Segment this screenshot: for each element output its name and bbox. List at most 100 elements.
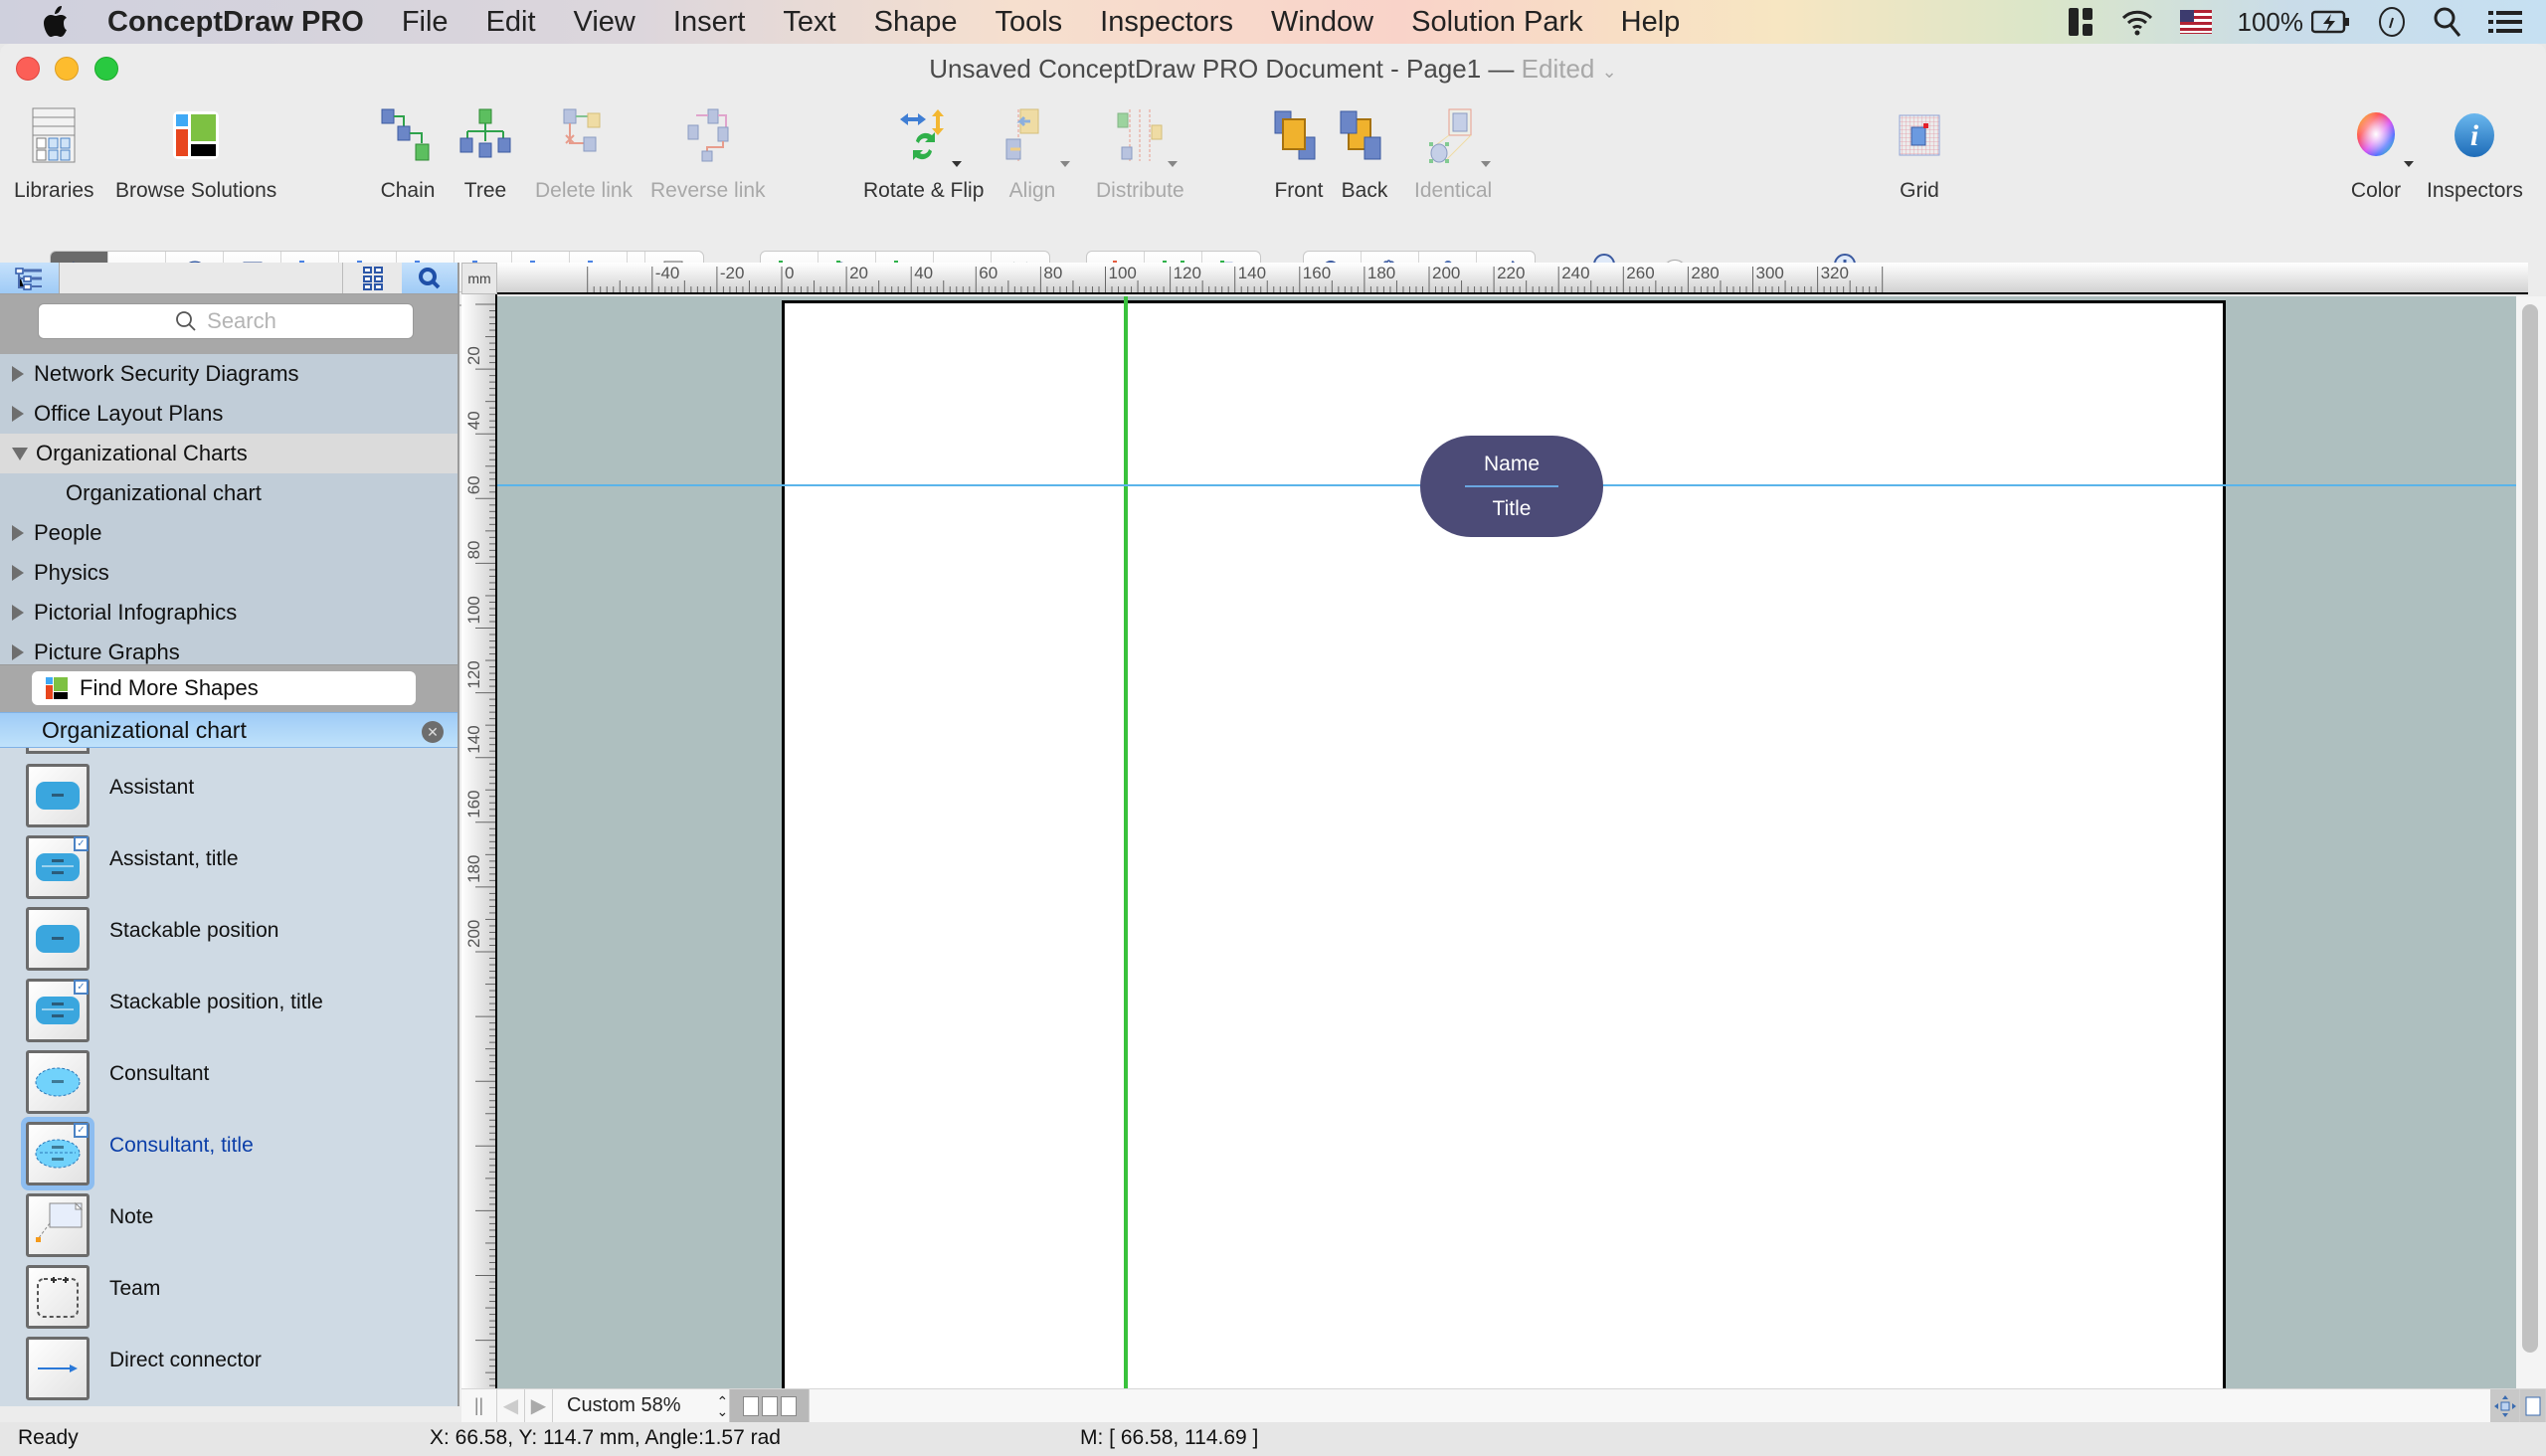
menu-inspectors[interactable]: Inspectors bbox=[1100, 6, 1233, 39]
browse-solutions-label: Browse Solutions bbox=[115, 179, 277, 202]
zoom-select[interactable]: Custom 58% ⌃ ⌄ bbox=[553, 1388, 730, 1423]
ruler-label: 20 bbox=[464, 346, 483, 365]
shape-item-assistant-title[interactable]: ✓ Assistant, title bbox=[0, 829, 457, 901]
split-handle[interactable]: || bbox=[461, 1388, 497, 1423]
reverse-link-button[interactable]: Reverse link bbox=[650, 103, 766, 203]
edited-status[interactable]: Edited bbox=[1522, 54, 1595, 84]
org-chart-position-shape[interactable]: Name Title bbox=[1420, 436, 1603, 537]
search-view-button[interactable] bbox=[402, 263, 457, 293]
page-view-buttons[interactable] bbox=[730, 1388, 810, 1423]
consultant-shape-icon bbox=[26, 1050, 90, 1114]
align-button[interactable]: Align bbox=[1000, 103, 1070, 203]
shape-label: Note bbox=[109, 1205, 154, 1228]
expand-arrow-icon[interactable] bbox=[12, 366, 24, 382]
document-title-text: Unsaved ConceptDraw PRO Document - Page1 bbox=[929, 54, 1482, 84]
vertical-scroll-thumb[interactable] bbox=[2522, 304, 2538, 1353]
shape-item-assistant[interactable]: Assistant bbox=[0, 758, 457, 829]
fit-to-width-button[interactable] bbox=[2520, 1388, 2546, 1423]
next-page-button[interactable]: ▶ bbox=[525, 1388, 553, 1423]
library-title-bar: Organizational chart ✕ bbox=[0, 712, 457, 748]
tree-item-network-security[interactable]: Network Security Diagrams bbox=[0, 354, 457, 394]
menu-view[interactable]: View bbox=[574, 6, 636, 39]
shape-item-consultant-title[interactable]: ✓ Consultant, title bbox=[0, 1116, 457, 1187]
menu-solution-park[interactable]: Solution Park bbox=[1411, 6, 1583, 39]
close-library-icon[interactable]: ✕ bbox=[422, 721, 444, 743]
vertical-ruler[interactable]: 20 40 60 80 100 120 140 160 180 200 bbox=[461, 294, 497, 1388]
menu-help[interactable]: Help bbox=[1621, 6, 1681, 39]
delete-link-button[interactable]: Delete link bbox=[535, 103, 633, 203]
inspectors-button[interactable]: i Inspectors bbox=[2427, 103, 2523, 203]
horizontal-ruler[interactable]: -40 -20 0 20 40 60 80 100 120 140 160 180 200 220 240 2… bbox=[497, 263, 2528, 294]
vertical-scrollbar[interactable] bbox=[2516, 296, 2546, 1390]
expand-arrow-icon[interactable] bbox=[12, 406, 24, 422]
libraries-button[interactable]: Libraries bbox=[14, 103, 94, 203]
tree-item-label: Network Security Diagrams bbox=[34, 361, 299, 386]
fit-to-page-button[interactable] bbox=[2490, 1388, 2520, 1423]
chain-button[interactable]: Chain bbox=[376, 103, 440, 203]
expand-arrow-icon[interactable] bbox=[12, 525, 24, 541]
shape-item-stackable-position[interactable]: Stackable position bbox=[0, 901, 457, 973]
bring-to-front-button[interactable]: Front bbox=[1267, 103, 1331, 203]
stackable-position-title-shape-icon: ✓ bbox=[26, 979, 90, 1042]
menu-text[interactable]: Text bbox=[783, 6, 835, 39]
tree-item-physics[interactable]: Physics bbox=[0, 553, 457, 593]
expand-arrow-icon[interactable] bbox=[12, 565, 24, 581]
battery-charging-icon[interactable] bbox=[2311, 10, 2351, 34]
rotate-flip-button[interactable]: Rotate & Flip bbox=[863, 103, 984, 203]
stepper-icon[interactable]: ⌃ ⌄ bbox=[717, 1394, 729, 1418]
identical-button[interactable]: Identical bbox=[1414, 103, 1492, 203]
prev-page-button[interactable]: ◀ bbox=[497, 1388, 525, 1423]
collapse-arrow-icon[interactable] bbox=[12, 447, 28, 460]
tree-item-organizational-chart-library[interactable]: Organizational chart bbox=[0, 473, 457, 513]
apple-menu-icon[interactable] bbox=[40, 5, 72, 39]
wifi-icon[interactable] bbox=[2120, 7, 2154, 37]
menu-file[interactable]: File bbox=[402, 6, 449, 39]
shape-label: Stackable position, title bbox=[109, 991, 323, 1013]
tree-item-organizational-charts[interactable]: Organizational Charts bbox=[0, 434, 457, 473]
libraries-label: Libraries bbox=[14, 179, 94, 202]
drawing-canvas[interactable]: Name Title bbox=[497, 296, 2516, 1390]
ruler-unit[interactable]: mm bbox=[461, 263, 497, 294]
grid-button[interactable]: Grid bbox=[1888, 103, 1951, 203]
tree-item-pictorial-infographics[interactable]: Pictorial Infographics bbox=[0, 593, 457, 633]
expand-arrow-icon[interactable] bbox=[12, 644, 24, 660]
title-separator: — bbox=[1481, 54, 1522, 84]
tree-button[interactable]: Tree bbox=[454, 103, 517, 203]
menu-window[interactable]: Window bbox=[1271, 6, 1373, 39]
find-more-shapes-button[interactable]: Find More Shapes bbox=[32, 671, 416, 705]
menu-tools[interactable]: Tools bbox=[995, 6, 1062, 39]
ruler-label: 60 bbox=[979, 264, 998, 282]
vertical-guide-line[interactable] bbox=[1124, 296, 1128, 1390]
tree-item-office-layout[interactable]: Office Layout Plans bbox=[0, 394, 457, 434]
tree-icon bbox=[454, 103, 517, 167]
menu-shape[interactable]: Shape bbox=[874, 6, 958, 39]
tree-view-button[interactable] bbox=[0, 263, 60, 293]
app-name-menu[interactable]: ConceptDraw PRO bbox=[107, 6, 364, 39]
shape-item-note[interactable]: Note bbox=[0, 1187, 457, 1259]
edited-chevron-icon[interactable]: ⌄ bbox=[1602, 62, 1617, 82]
tree-item-people[interactable]: People bbox=[0, 513, 457, 553]
clock-icon[interactable] bbox=[2377, 6, 2407, 38]
distribute-button[interactable]: Distribute bbox=[1096, 103, 1184, 203]
shape-item-consultant[interactable]: Consultant bbox=[0, 1044, 457, 1116]
menu-edit[interactable]: Edit bbox=[486, 6, 536, 39]
grid-view-button[interactable] bbox=[342, 263, 402, 293]
color-button[interactable]: Color bbox=[2344, 103, 2414, 203]
send-to-back-button[interactable]: Back bbox=[1333, 103, 1396, 203]
color-wheel-icon bbox=[2344, 103, 2414, 167]
notification-center-icon[interactable] bbox=[2488, 8, 2522, 36]
tree-item-picture-graphs[interactable]: Picture Graphs bbox=[0, 633, 457, 664]
color-label: Color bbox=[2350, 179, 2402, 202]
library-search-input[interactable]: Search bbox=[38, 303, 414, 339]
expand-arrow-icon[interactable] bbox=[12, 605, 24, 621]
app-switcher-icon[interactable] bbox=[2067, 6, 2094, 38]
shape-item-stackable-position-title[interactable]: ✓ Stackable position, title bbox=[0, 973, 457, 1044]
spotlight-search-icon[interactable] bbox=[2433, 6, 2462, 38]
shape-item-team[interactable]: Team bbox=[0, 1259, 457, 1331]
browse-solutions-button[interactable]: Browse Solutions bbox=[115, 103, 276, 203]
shape-title-text[interactable]: Title bbox=[1493, 497, 1532, 521]
menu-insert[interactable]: Insert bbox=[673, 6, 746, 39]
shape-item-direct-connector[interactable]: Direct connector bbox=[0, 1331, 457, 1402]
shape-name-text[interactable]: Name bbox=[1484, 453, 1540, 476]
us-flag-icon[interactable] bbox=[2179, 10, 2212, 34]
